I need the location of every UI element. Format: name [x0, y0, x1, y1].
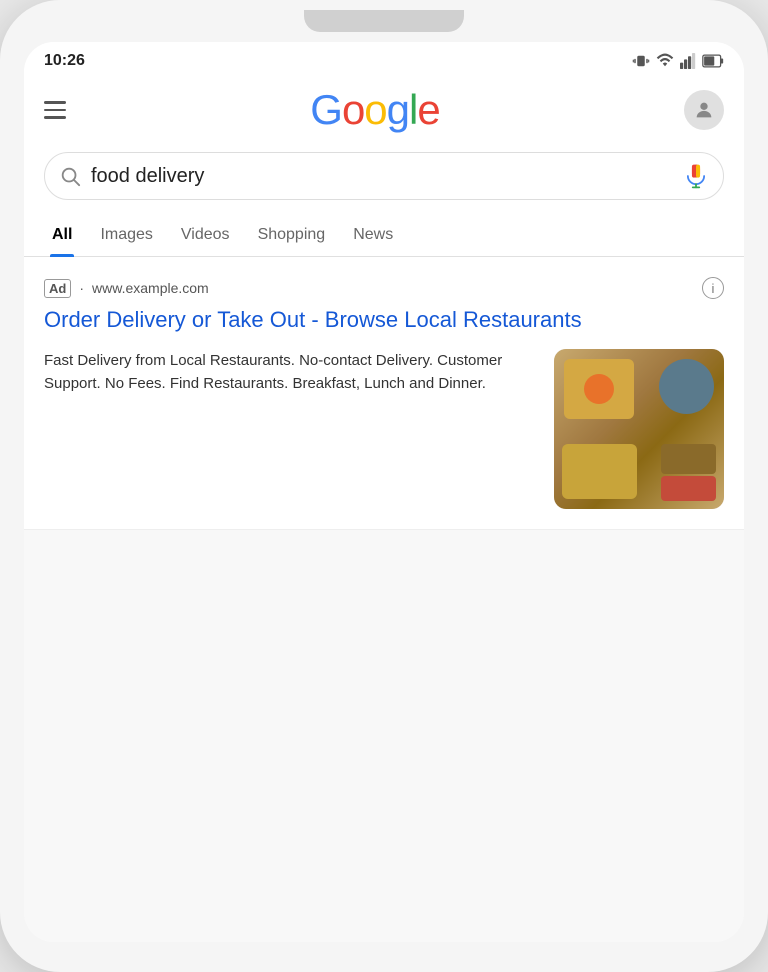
info-icon[interactable]: i: [702, 277, 724, 299]
tab-images[interactable]: Images: [86, 214, 166, 256]
results-area: Ad · www.example.com i Order Delivery or…: [24, 257, 744, 942]
ad-description: Fast Delivery from Local Restaurants. No…: [44, 349, 538, 396]
vibrate-icon: [632, 52, 650, 70]
search-query: food delivery: [91, 165, 673, 188]
battery-icon: [702, 52, 724, 70]
signal-icon: [680, 52, 696, 70]
ad-card: Ad · www.example.com i Order Delivery or…: [24, 257, 744, 530]
person-icon: [693, 99, 715, 121]
logo-g2: g: [387, 86, 409, 133]
user-avatar[interactable]: [684, 90, 724, 130]
menu-icon[interactable]: [44, 101, 66, 119]
logo-g: G: [310, 86, 342, 133]
logo-o1: o: [342, 86, 364, 133]
tab-all[interactable]: All: [38, 214, 86, 256]
food-item-2: [659, 359, 714, 414]
status-time: 10:26: [44, 52, 85, 70]
food-item-3: [562, 444, 637, 499]
google-logo: Google: [310, 86, 439, 134]
tab-news[interactable]: News: [339, 214, 407, 256]
phone-frame: 10:26: [0, 0, 768, 972]
food-image-bg: [554, 349, 724, 509]
google-header: Google: [24, 76, 744, 144]
ad-content-row: Fast Delivery from Local Restaurants. No…: [44, 349, 724, 509]
phone-screen: 10:26: [24, 42, 744, 942]
ad-separator: ·: [79, 280, 84, 296]
food-item-4: [661, 444, 716, 474]
tab-shopping[interactable]: Shopping: [244, 214, 340, 256]
wifi-icon: [656, 52, 674, 70]
logo-e: e: [417, 86, 439, 133]
status-icons: [632, 52, 724, 70]
ad-badge: Ad: [44, 279, 71, 298]
tab-videos[interactable]: Videos: [167, 214, 244, 256]
search-bar[interactable]: food delivery: [44, 152, 724, 200]
ad-image: [554, 349, 724, 509]
ad-meta: Ad · www.example.com: [44, 279, 209, 298]
search-bar-container: food delivery: [24, 144, 744, 214]
food-item-1: [564, 359, 634, 419]
ad-title[interactable]: Order Delivery or Take Out - Browse Loca…: [44, 305, 724, 335]
status-bar: 10:26: [24, 42, 744, 76]
phone-notch: [304, 10, 464, 32]
food-circle: [584, 374, 614, 404]
ad-url: www.example.com: [92, 280, 209, 296]
tabs-row: All Images Videos Shopping News: [24, 214, 744, 257]
logo-o2: o: [364, 86, 386, 133]
microphone-icon[interactable]: [683, 163, 709, 189]
food-item-5: [661, 476, 716, 501]
ad-label-row: Ad · www.example.com i: [44, 277, 724, 299]
search-icon: [59, 165, 81, 187]
